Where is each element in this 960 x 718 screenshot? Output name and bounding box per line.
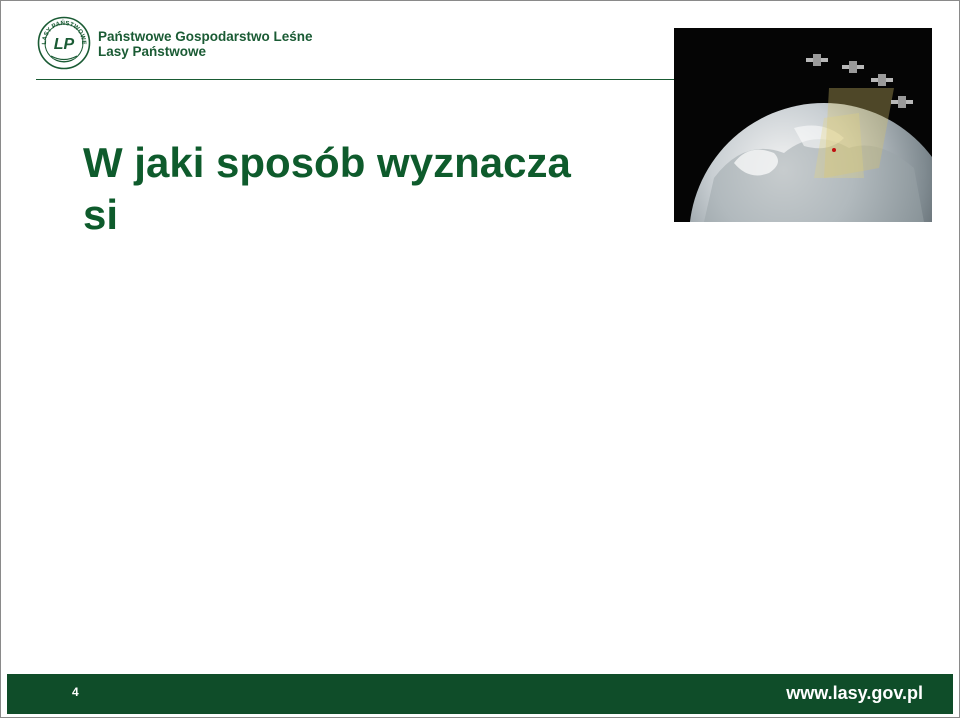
slide-title: W jaki sposób wyznacza si xyxy=(83,137,643,241)
header-divider xyxy=(36,79,676,80)
seal-monogram: LP xyxy=(54,36,75,53)
lasy-panstwowe-seal-icon: LASY PAŃSTWOWE LP xyxy=(37,16,91,70)
slide: LASY PAŃSTWOWE LP Państwowe Gospodarstwo… xyxy=(0,0,960,718)
footer-bar: 4 www.lasy.gov.pl xyxy=(7,674,953,714)
org-name-line1: Państwowe Gospodarstwo Leśne xyxy=(98,29,313,44)
page-number: 4 xyxy=(72,685,79,699)
website-link[interactable]: www.lasy.gov.pl xyxy=(786,683,923,704)
organization-name: Państwowe Gospodarstwo Leśne Lasy Państw… xyxy=(98,29,313,59)
slide-title-line1: W jaki sposób wyznacza xyxy=(83,139,571,186)
org-name-line2: Lasy Państwowe xyxy=(98,44,207,59)
slide-title-line2: si xyxy=(83,191,119,238)
earth-satellites-icon xyxy=(674,28,932,222)
